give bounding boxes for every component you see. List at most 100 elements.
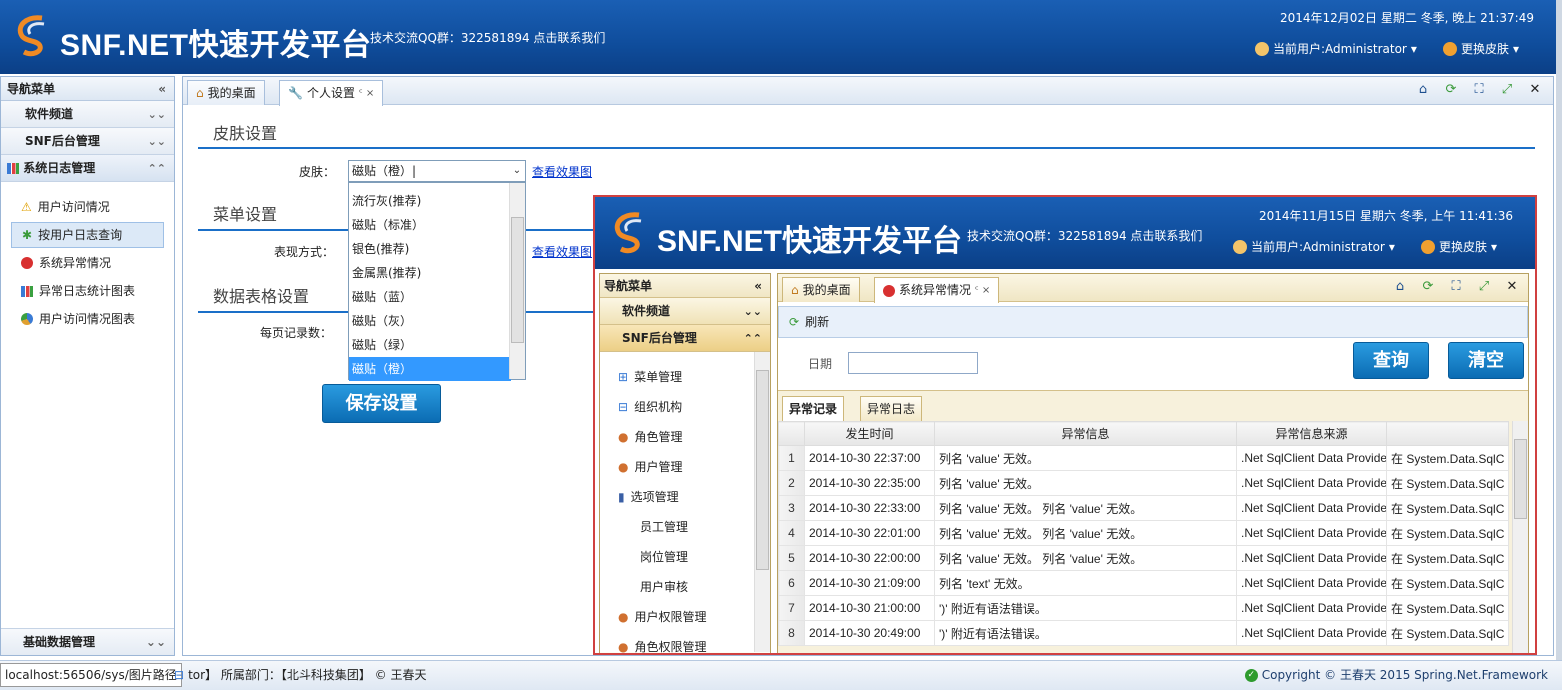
row-number-header [778, 421, 805, 446]
qq-group-link[interactable]: 技术交流QQ群：322581894 点击联系我们 [370, 29, 605, 46]
scroll-thumb[interactable] [511, 217, 524, 343]
nav-group-log-management[interactable]: 系统日志管理 ⌃⌃ [1, 155, 174, 182]
bug-icon: ✱ [22, 228, 33, 242]
tab-desktop[interactable]: ⌂ 我的桌面 [187, 80, 265, 105]
skin-preview-image: SNF.NET快速开发平台 技术交流QQ群：322581894 点击联系我们 2… [593, 195, 1537, 655]
error-icon [883, 284, 895, 297]
preview-toolbar: ⟳ 刷新 [778, 306, 1528, 338]
nav-item-system-errors[interactable]: 系统异常情况 [11, 250, 164, 276]
users-icon: ● [618, 610, 629, 624]
copyright-text: Copyright © 王春天 2015 Spring.Net.Framewor… [1261, 668, 1548, 682]
preview-group-label: SNF后台管理 [622, 331, 697, 345]
close-icon[interactable]: ✕ [1527, 82, 1543, 98]
chevron-double-down-icon: ⌄⌄ [147, 108, 166, 121]
preview-item-label: 用户审核 [640, 580, 689, 594]
cell-source: .Net SqlClient Data Provide [1236, 595, 1387, 621]
fullscreen-icon: ⛶ [1451, 279, 1461, 294]
tab-label: 个人设置 [306, 86, 355, 100]
book-icon: ▮ [618, 490, 625, 504]
status-department: ⊟ tor】 所属部门：【北斗科技集团】 © 王春天 [174, 661, 427, 689]
home-icon[interactable]: ⌂ [1415, 82, 1431, 98]
tab-personal-settings[interactable]: 🔧 个人设置 ᶜ × [279, 80, 384, 106]
cell-stack: 在 System.Data.SqlC [1386, 545, 1509, 571]
cell-time: 2014-10-30 22:00:00 [804, 545, 935, 571]
preview-item-label: 员工管理 [640, 520, 689, 534]
skin-option[interactable]: 磁贴（标准） [349, 213, 511, 237]
table-row: 3 2014-10-30 22:33:00 列名 'value' 无效。 列名 'v… [778, 495, 1509, 521]
cell-time: 2014-10-30 22:01:00 [804, 520, 935, 546]
cell-source: .Net SqlClient Data Provide [1236, 470, 1387, 496]
caret-down-icon: ▾ [1388, 239, 1395, 254]
nav-item-user-log-query[interactable]: ✱ 按用户日志查询 [11, 222, 164, 248]
skin-select-value: 磁贴（橙）| [352, 164, 417, 178]
skin-option[interactable]: 金属黑(推荐) [349, 261, 511, 285]
error-icon [21, 257, 33, 269]
cell-stack: 在 System.Data.SqlC [1386, 570, 1509, 596]
preview-query-button: 查询 [1353, 342, 1429, 379]
skin-option[interactable]: 流行灰(推荐) [349, 189, 511, 213]
preview-nav-item: 岗位管理 [600, 542, 770, 572]
skin-select[interactable]: 磁贴（橙）| ⌄ [348, 160, 526, 182]
cell-message: 列名 'value' 无效。 列名 'value' 无效。 [934, 545, 1237, 571]
preview-nav-item: ▮ 选项管理 [600, 482, 770, 512]
collapse-icon[interactable]: « [158, 77, 166, 101]
preview-grid-scrollbar [1512, 421, 1528, 653]
cell-stack: 在 System.Data.SqlC [1386, 595, 1509, 621]
preview-item-label: 用户权限管理 [634, 610, 707, 624]
nav-group-label: 系统日志管理 [23, 161, 96, 175]
skin-option[interactable]: 磁贴（蓝） [349, 285, 511, 309]
status-copyright: ✓ Copyright © 王春天 2015 Spring.Net.Framew… [1244, 661, 1548, 689]
caret-down-icon: ▾ [1513, 41, 1520, 56]
save-settings-button[interactable]: 保存设置 [322, 384, 441, 423]
app-header: SNF.NET快速开发平台 技术交流QQ群：322581894 点击联系我们 2… [0, 0, 1562, 74]
table-header-row: 发生时间 异常信息 异常信息来源 [778, 421, 1509, 446]
preview-app-title: SNF.NET快速开发平台 [657, 225, 963, 258]
chevron-double-down-icon: ⌄⌄ [743, 305, 762, 318]
change-skin-menu[interactable]: 更换皮肤 ▾ [1443, 40, 1519, 57]
current-user-menu[interactable]: 当前用户:Administrator ▾ [1255, 40, 1417, 57]
preview-item-label: 角色权限管理 [634, 640, 707, 654]
user-icon [1255, 41, 1269, 56]
tab-refresh-close-icon[interactable]: ᶜ × [359, 82, 374, 105]
preview-nav-item: 员工管理 [600, 512, 770, 542]
cell-source: .Net SqlClient Data Provide [1236, 445, 1387, 471]
preview-date-input [848, 352, 978, 374]
skin-option[interactable]: 磁贴（绿） [349, 333, 511, 357]
window-scrollbar[interactable] [1556, 0, 1562, 660]
nav-item-label: 系统异常情况 [39, 256, 112, 270]
preview-grid-tab-logs: 异常日志 [860, 396, 923, 421]
preview-nav-header: 导航菜单 « [600, 274, 770, 298]
dropdown-scrollbar[interactable] [509, 183, 525, 379]
close-icon: ✕ [1506, 279, 1518, 294]
skin-preview-link[interactable]: 查看效果图 [532, 163, 592, 180]
refresh-icon[interactable]: ⟳ [1443, 82, 1459, 98]
skin-option[interactable]: 磁贴（灰） [349, 309, 511, 333]
fullscreen-icon[interactable]: ⛶ [1471, 82, 1487, 98]
preview-nav-item: ● 角色权限管理 [600, 632, 770, 654]
table-row: 8 2014-10-30 20:49:00 ')' 附近有语法错误。 .Net Sql… [778, 620, 1509, 646]
row-number: 3 [778, 495, 805, 521]
skin-option[interactable]: 银色(推荐) [349, 237, 511, 261]
cell-message: ')' 附近有语法错误。 [934, 595, 1237, 621]
cell-time: 2014-10-30 22:33:00 [804, 495, 935, 521]
preview-item-label: 菜单管理 [634, 370, 683, 384]
nav-item-error-chart[interactable]: 异常日志统计图表 [11, 278, 164, 304]
nav-item-visit-chart[interactable]: 用户访问情况图表 [11, 306, 164, 332]
expand-icon: ⤢ [1478, 279, 1490, 294]
cell-stack: 在 System.Data.SqlC [1386, 620, 1509, 646]
preview-item-label: 选项管理 [630, 490, 679, 504]
nav-group-label: 软件频道 [25, 107, 74, 121]
skin-option-selected[interactable]: 磁贴（橙） [349, 357, 511, 381]
preview-nav-item: ⊞ 菜单管理 [600, 362, 770, 392]
expand-icon[interactable]: ⤢ [1499, 82, 1515, 98]
nav-group-basic-data[interactable]: 基础数据管理 ⌄⌄ [1, 628, 174, 655]
user-icon [1233, 239, 1247, 254]
cell-message: 列名 'value' 无效。 [934, 470, 1237, 496]
skin-dropdown-list[interactable]: 流行灰(推荐) 磁贴（标准） 银色(推荐) 金属黑(推荐) 磁贴（蓝） 磁贴（灰… [348, 182, 526, 381]
menu-preview-link[interactable]: 查看效果图 [532, 243, 592, 260]
preview-user-label: 当前用户:Administrator [1251, 240, 1385, 254]
nav-item-user-visits[interactable]: ⚠ 用户访问情况 [11, 194, 164, 220]
nav-group-software[interactable]: 软件频道 ⌄⌄ [1, 101, 174, 128]
nav-group-snf-admin[interactable]: SNF后台管理 ⌄⌄ [1, 128, 174, 155]
nav-item-label: 异常日志统计图表 [39, 284, 136, 298]
